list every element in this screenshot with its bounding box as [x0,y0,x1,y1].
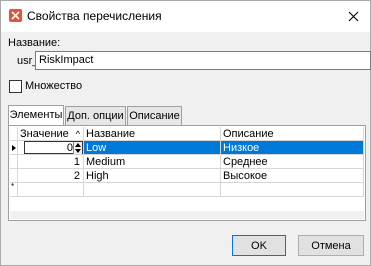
name-cell[interactable]: Medium [84,155,221,169]
cancel-button[interactable]: Отмена [298,235,364,256]
horizontal-scrollbar[interactable] [10,211,364,219]
new-row[interactable]: * [10,182,364,197]
value-cell[interactable]: 1 [18,155,84,169]
value-cell[interactable]: 0 [18,141,84,155]
value-cell[interactable]: 2 [18,169,84,183]
title-bar: Свойства перечисления [1,1,370,32]
current-row-indicator [10,141,18,155]
name-label: Название: [8,37,61,49]
close-icon [348,11,358,21]
multiple-checkbox[interactable] [9,80,22,93]
close-button[interactable] [340,4,366,28]
spin-arrows[interactable] [73,142,82,154]
grid-header: Значение ^ Название Описание [10,127,364,141]
column-header-name[interactable]: Название [84,127,221,141]
spin-down-icon [75,149,81,153]
description-cell[interactable]: Низкое [221,141,364,155]
table-row[interactable]: 2 High Высокое [10,169,364,183]
new-row-indicator: * [10,182,18,197]
sort-icon: ^ [75,129,80,139]
table-row[interactable]: 0 Low Низкое [10,141,364,155]
description-cell[interactable]: Среднее [221,155,364,169]
row-header [10,155,18,169]
multiple-label: Множество [25,80,83,92]
column-header-description[interactable]: Описание [221,127,364,141]
table-row[interactable]: 1 Medium Среднее [10,155,364,169]
name-cell[interactable] [84,183,221,197]
app-icon [9,9,22,22]
new-row-asterisk-icon: * [11,182,15,191]
row-header [10,169,18,183]
name-input[interactable]: RiskImpact [35,51,371,70]
window-title: Свойства перечисления [27,9,162,23]
elements-panel: Значение ^ Название Описание 0 Low Низко… [8,125,366,221]
name-cell[interactable]: High [84,169,221,183]
description-cell[interactable] [221,183,364,197]
row-pointer-icon [12,145,16,151]
value-cell[interactable] [18,183,84,197]
column-header-value-label: Значение [20,128,69,140]
name-cell[interactable]: Low [84,141,221,155]
enum-properties-dialog: Свойства перечисления Название: usr_ Ris… [0,0,371,266]
value-spin-editor[interactable]: 0 [24,141,83,154]
tab-extra-options[interactable]: Доп. опции [65,106,126,125]
elements-grid[interactable]: Значение ^ Название Описание 0 Low Низко… [10,127,364,210]
description-cell[interactable]: Высокое [221,169,364,183]
header-corner [10,127,18,141]
ok-button[interactable]: OK [232,235,286,256]
tab-description[interactable]: Описание [127,106,182,125]
column-header-value[interactable]: Значение ^ [18,127,84,141]
tab-elements[interactable]: Элементы [8,105,64,126]
